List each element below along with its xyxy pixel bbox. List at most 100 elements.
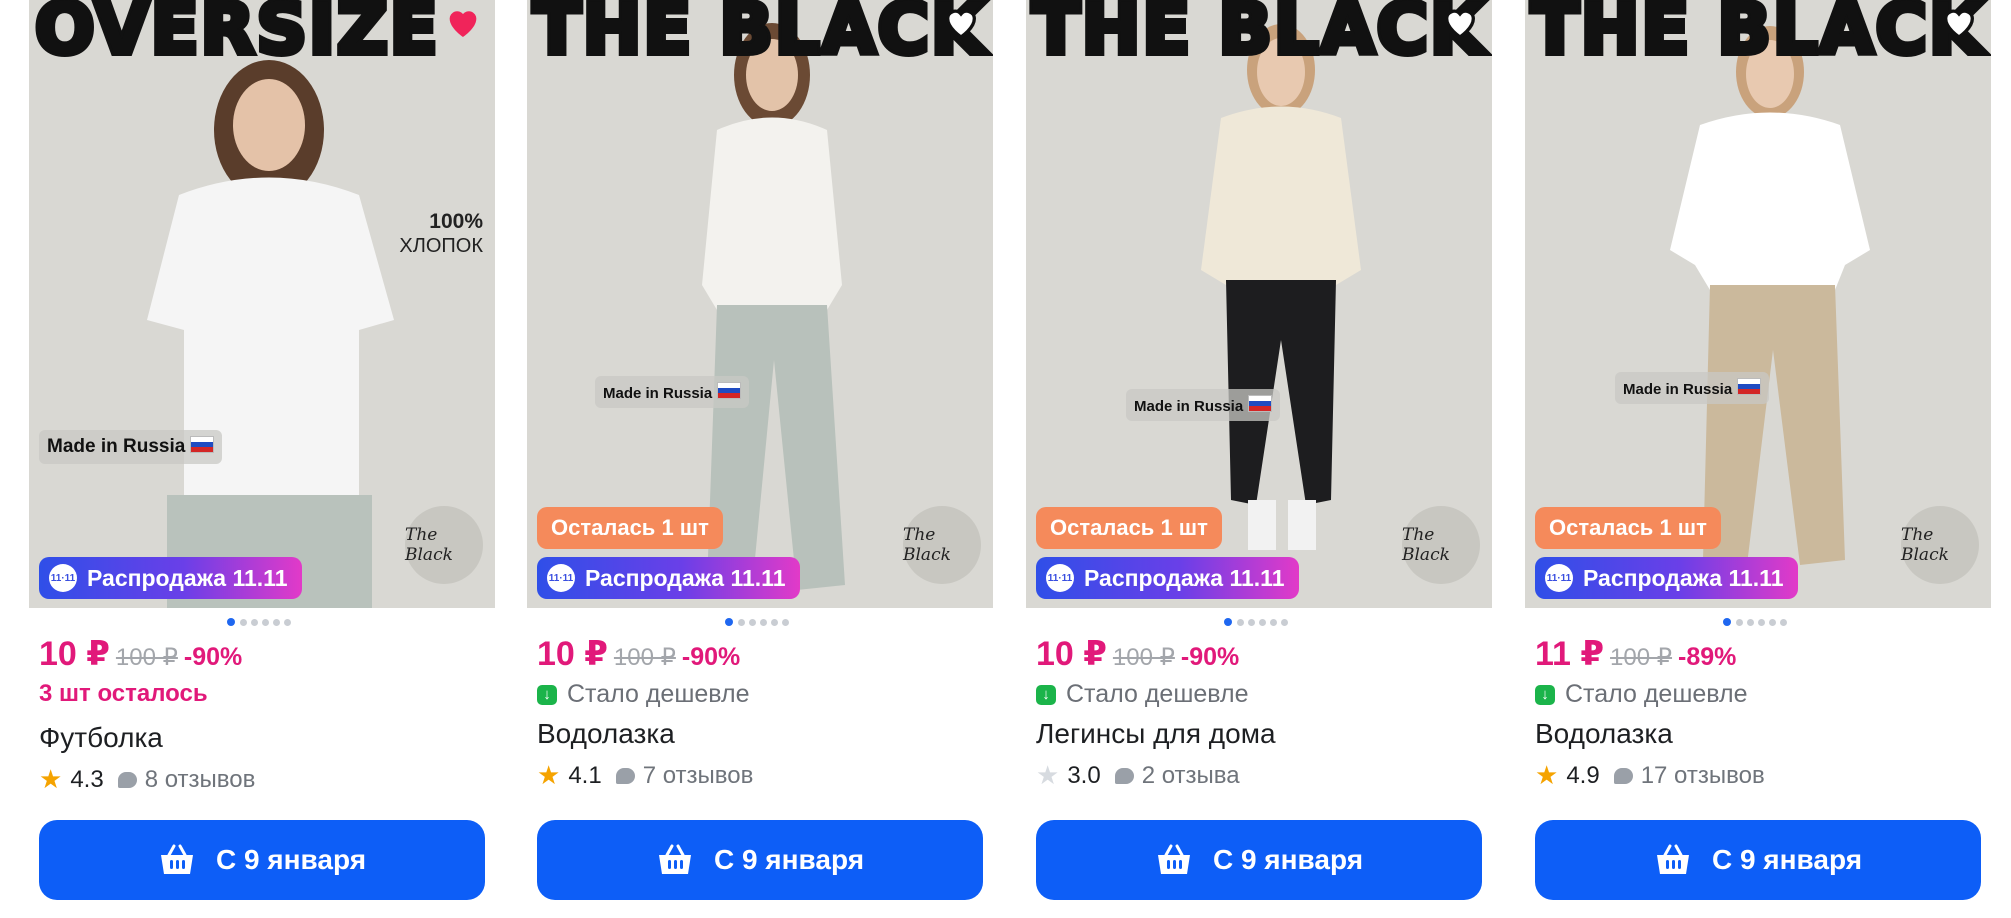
product-image[interactable]: THE BLACK Made in Russia The Black Остал…: [1525, 0, 1991, 608]
add-to-cart-button[interactable]: С 9 января: [39, 820, 485, 900]
pagination-dot[interactable]: [251, 619, 258, 626]
button-label: С 9 января: [215, 844, 367, 875]
rating-row[interactable]: ★ 3.0 2 отзыва: [1036, 760, 1240, 791]
reviews-count: 17 отзывов: [1640, 761, 1765, 789]
comment-icon: [1114, 767, 1134, 784]
sale-icon: 11·11: [49, 564, 77, 592]
product-card[interactable]: THE BLACK Made in Russia The Black Остал…: [527, 0, 993, 918]
sale-badge: 11·11 Распродажа 11.11: [1535, 557, 1798, 599]
pagination-dot[interactable]: [771, 619, 778, 626]
sale-badge: 11·11 Распродажа 11.11: [1036, 557, 1299, 599]
sale-icon: 11·11: [1545, 564, 1573, 592]
add-to-cart-button[interactable]: С 9 января: [1535, 820, 1981, 900]
heart-icon[interactable]: [443, 2, 483, 42]
sale-badge: 11·11 Распродажа 11.11: [39, 557, 302, 599]
pagination-dot[interactable]: [240, 619, 247, 626]
pagination-dot[interactable]: [760, 619, 767, 626]
heart-icon[interactable]: [941, 2, 981, 42]
discount-percent: -90%: [183, 643, 243, 671]
product-image[interactable]: THE BLACK Made in Russia The Black Остал…: [1026, 0, 1492, 608]
product-card[interactable]: THE BLACK Made in Russia The Black Остал…: [1525, 0, 1991, 918]
reviews-count: 2 отзыва: [1141, 761, 1240, 789]
price-block: 10 ₽100 ₽ -90%: [537, 634, 740, 674]
rating-row[interactable]: ★ 4.9 17 отзывов: [1535, 760, 1765, 791]
heart-icon[interactable]: [1939, 2, 1979, 42]
image-pagination[interactable]: [29, 618, 495, 628]
russia-flag-icon: [190, 436, 215, 453]
stock-badge: Осталась 1 шт: [1535, 507, 1721, 549]
price-down-icon: ↓: [537, 684, 557, 705]
image-pagination[interactable]: [1026, 618, 1492, 628]
pagination-dot[interactable]: [262, 619, 269, 626]
discount-percent: -89%: [1678, 643, 1737, 671]
pagination-dot[interactable]: [227, 618, 235, 626]
made-in-label: Made in Russia: [39, 430, 223, 464]
brand-logo: The Black: [903, 506, 981, 584]
price-down-icon: ↓: [1036, 684, 1056, 705]
banner-title: THE BLACK: [1029, 0, 1487, 70]
old-price: 100 ₽: [115, 644, 178, 671]
image-pagination[interactable]: [1525, 618, 1991, 628]
price-drop-status: ↓ Стало дешевле: [537, 680, 750, 709]
product-card[interactable]: THE BLACK Made in Russia The Black Остал…: [1026, 0, 1492, 918]
heart-icon[interactable]: [1440, 2, 1480, 42]
current-price: 10 ₽: [1036, 635, 1107, 673]
russia-flag-icon: [1737, 378, 1762, 395]
add-to-cart-button[interactable]: С 9 января: [537, 820, 983, 900]
star-icon: ★: [1535, 760, 1559, 790]
sale-icon: 11·11: [1046, 564, 1074, 592]
rating-value: 4.3: [70, 765, 104, 793]
comment-icon: [117, 771, 137, 788]
current-price: 11 ₽: [1535, 635, 1605, 673]
price-drop-status: ↓ Стало дешевле: [1036, 680, 1249, 709]
pagination-dot[interactable]: [273, 619, 280, 626]
pagination-dot[interactable]: [1747, 619, 1754, 626]
current-price: 10 ₽: [39, 635, 110, 673]
product-image[interactable]: THE BLACK Made in Russia The Black Остал…: [527, 0, 993, 608]
product-title[interactable]: Водолазка: [537, 718, 675, 750]
pagination-dot[interactable]: [1248, 619, 1255, 626]
pagination-dot[interactable]: [1224, 618, 1232, 626]
rating-row[interactable]: ★ 4.3 8 отзывов: [39, 764, 255, 795]
product-title[interactable]: Футболка: [39, 722, 163, 754]
product-title[interactable]: Водолазка: [1535, 718, 1673, 750]
pagination-dot[interactable]: [1780, 619, 1787, 626]
banner-title: THE BLACK: [530, 0, 988, 70]
basket-icon: [658, 844, 691, 874]
pagination-dot[interactable]: [725, 618, 733, 626]
pagination-dot[interactable]: [284, 619, 291, 626]
reviews-count: 7 отзывов: [642, 761, 754, 789]
button-label: С 9 января: [713, 844, 865, 875]
discount-percent: -90%: [1180, 643, 1240, 671]
price-down-icon: ↓: [1535, 684, 1555, 705]
add-to-cart-button[interactable]: С 9 января: [1036, 820, 1482, 900]
pagination-dot[interactable]: [1723, 618, 1731, 626]
pagination-dot[interactable]: [749, 619, 756, 626]
cotton-label: 100% ХЛОПОК: [399, 210, 483, 257]
current-price: 10 ₽: [537, 635, 608, 673]
pagination-dot[interactable]: [782, 619, 789, 626]
product-image[interactable]: OVERSIZE 100% ХЛОПОК Made in Russia The B…: [29, 0, 495, 608]
stock-badge: Осталась 1 шт: [1036, 507, 1222, 549]
old-price: 100 ₽: [1610, 644, 1673, 671]
basket-icon: [1157, 844, 1190, 874]
discount-percent: -90%: [681, 643, 741, 671]
pagination-dot[interactable]: [1281, 619, 1288, 626]
pagination-dot[interactable]: [1758, 619, 1765, 626]
price-drop-status: ↓ Стало дешевле: [1535, 680, 1748, 709]
product-title[interactable]: Легинсы для дома: [1036, 718, 1276, 750]
image-pagination[interactable]: [527, 618, 993, 628]
pagination-dot[interactable]: [1769, 619, 1776, 626]
pagination-dot[interactable]: [1736, 619, 1743, 626]
rating-value: 3.0: [1067, 761, 1101, 789]
price-block: 11 ₽100 ₽ -89%: [1535, 634, 1736, 674]
pagination-dot[interactable]: [1237, 619, 1244, 626]
banner-title: THE BLACK: [1528, 0, 1986, 70]
pagination-dot[interactable]: [738, 619, 745, 626]
russia-flag-icon: [1248, 395, 1273, 412]
stock-badge: Осталась 1 шт: [537, 507, 723, 549]
pagination-dot[interactable]: [1259, 619, 1266, 626]
pagination-dot[interactable]: [1270, 619, 1277, 626]
rating-row[interactable]: ★ 4.1 7 отзывов: [537, 760, 753, 791]
product-card[interactable]: OVERSIZE 100% ХЛОПОК Made in Russia The B…: [29, 0, 495, 918]
